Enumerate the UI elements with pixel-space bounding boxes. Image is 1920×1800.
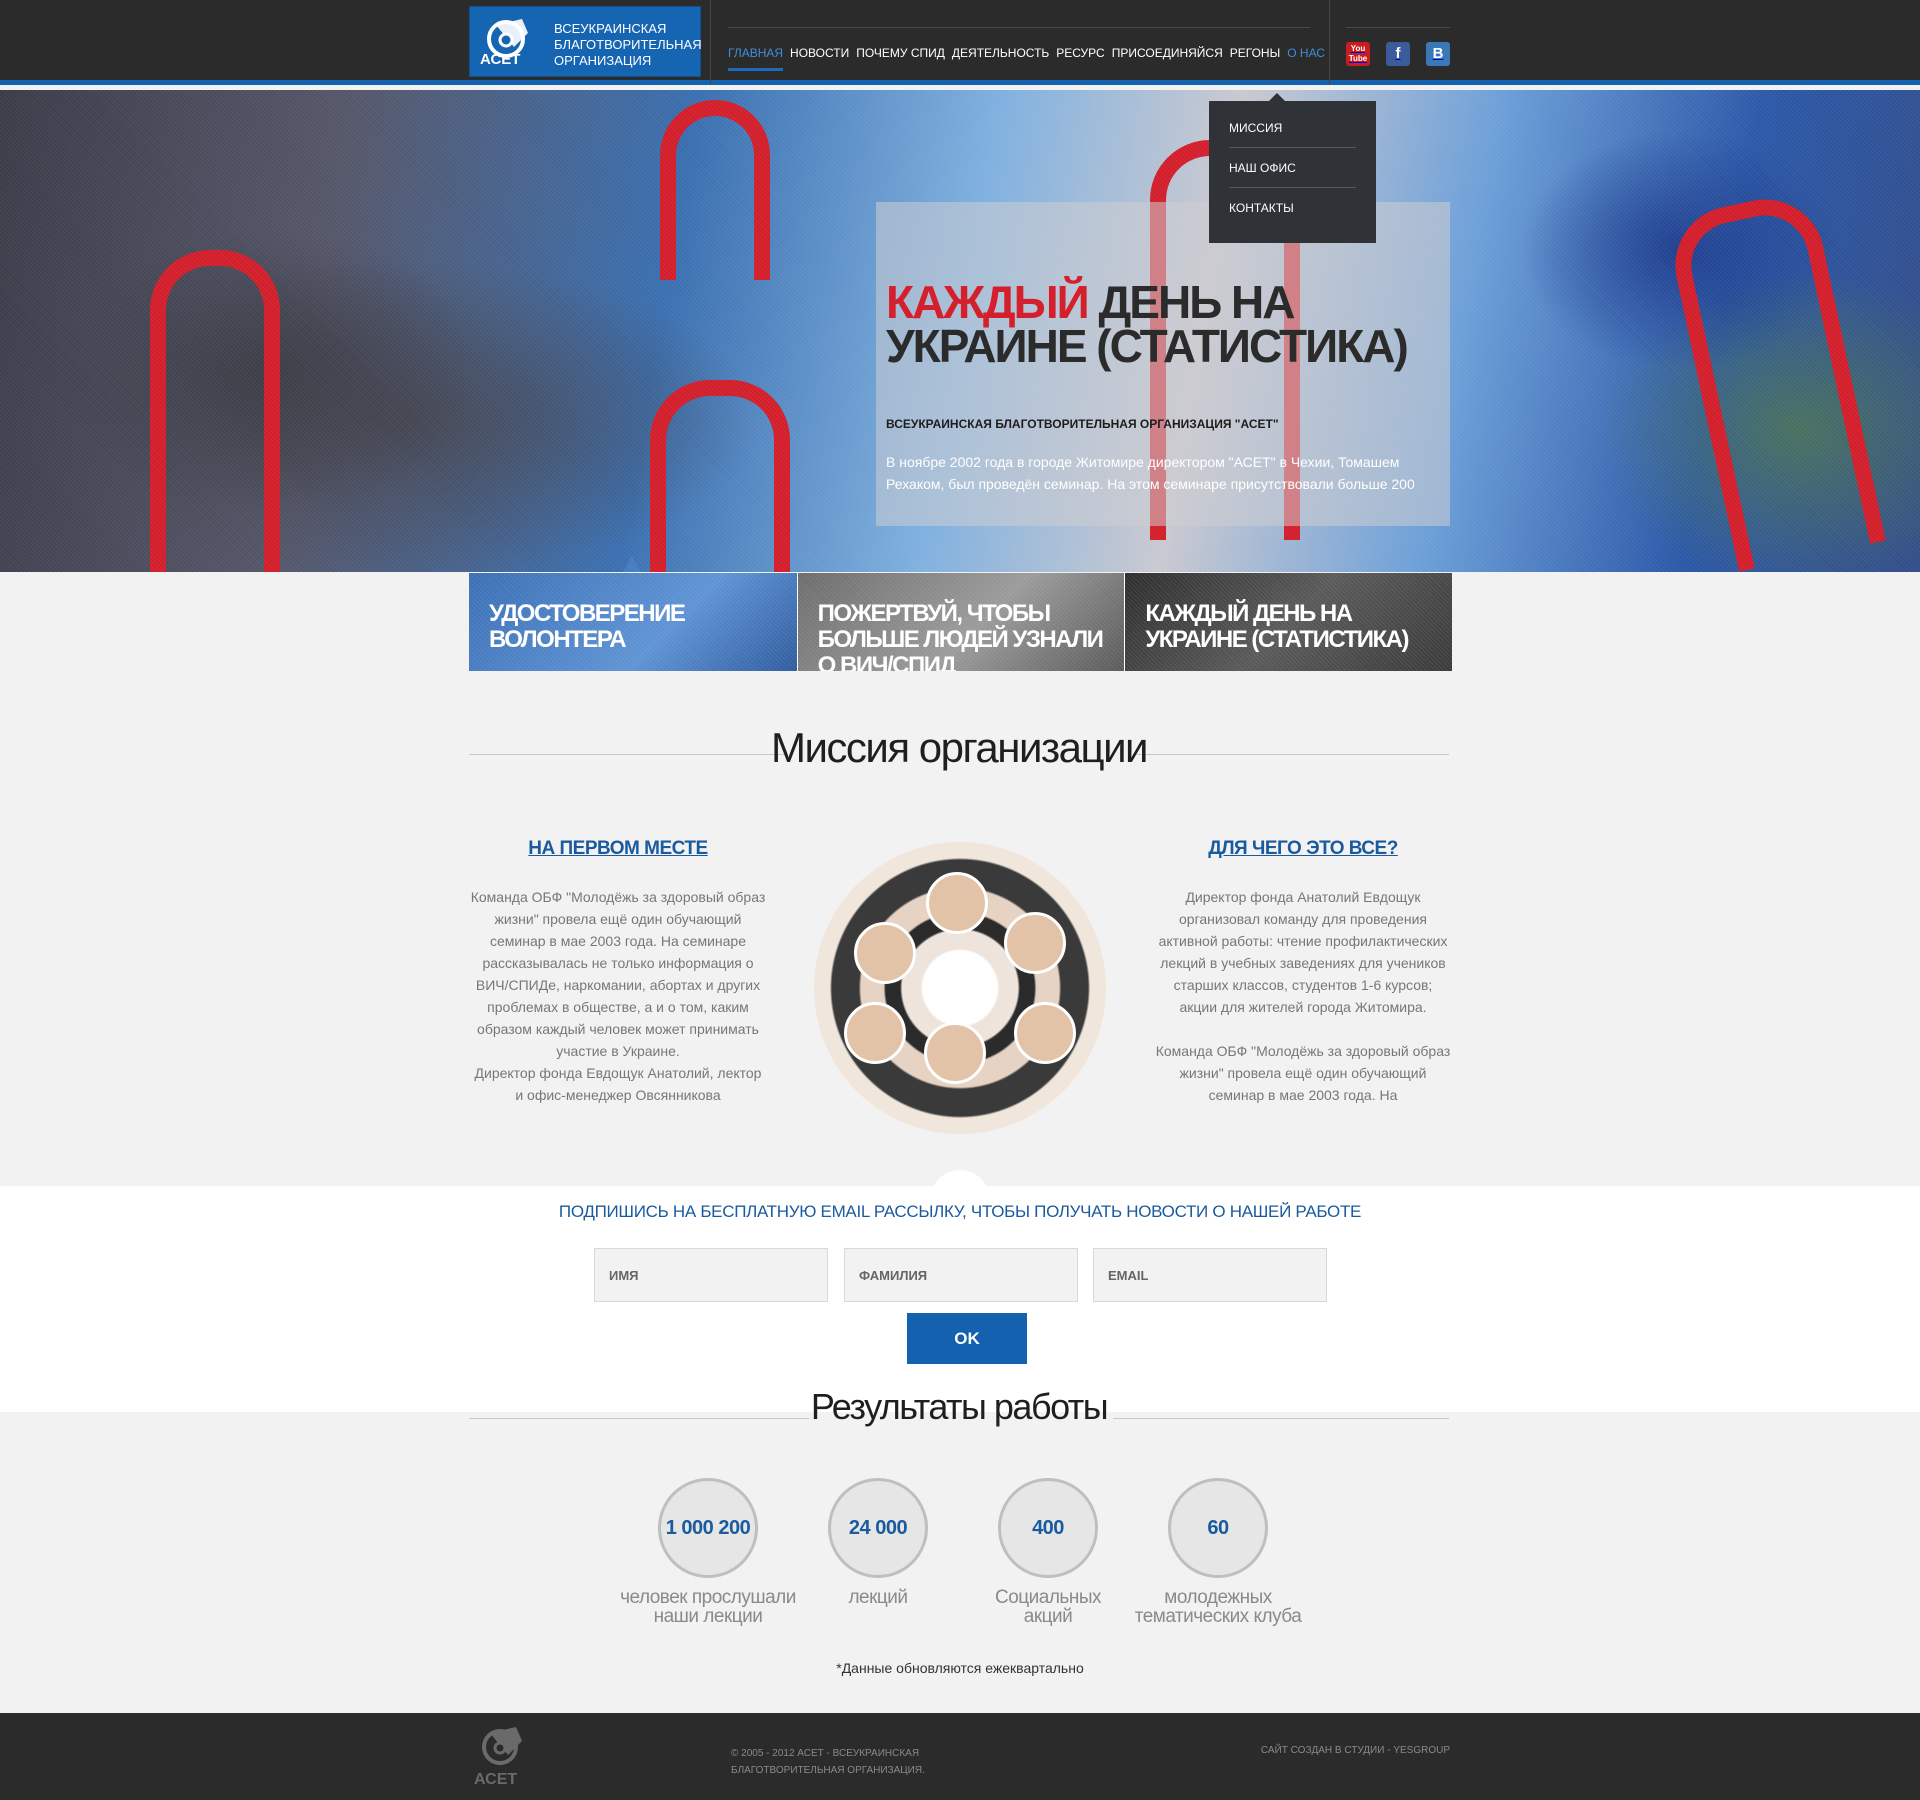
dropdown-item-mission[interactable]: МИССИЯ [1229,108,1356,148]
nav-top-line [728,27,1310,28]
header-divider [710,0,711,85]
logo-org-name: ВСЕУКРАИНСКАЯ БЛАГОТВОРИТЕЛЬНАЯ ОРГАНИЗА… [554,21,702,69]
footer-studio-link[interactable]: САЙТ СОЗДАН В СТУДИИ - YESGROUP [1150,1745,1450,1756]
face-image [926,872,988,934]
stat-label: человек прослушали наши лекции [620,1587,796,1627]
tile-donate[interactable]: ПОЖЕРТВУЙ, ЧТОБЫ БОЛЬШЕ ЛЮДЕЙ УЗНАЛИ О В… [796,573,1125,672]
stat-label: молодежных тематических клуба [1134,1587,1302,1627]
face-image [1014,1002,1076,1064]
results-note: *Данные обновляются ежеквартально [836,1660,1084,1676]
tile-label: КАЖДЫЙ ДЕНЬ НА УКРАИНЕ (СТАТИСТИКА) [1145,600,1409,653]
face-image [854,922,916,984]
left-column-title[interactable]: НА ПЕРВОМ МЕСТЕ [478,838,758,860]
stat-value: 60 [1168,1478,1268,1578]
tile-label: ПОЖЕРТВУЙ, ЧТОБЫ БОЛЬШЕ ЛЮДЕЙ УЗНАЛИ О В… [817,600,1104,672]
email-input[interactable] [1093,1248,1327,1302]
results-heading: Результаты работы [810,1386,1109,1427]
tile-statistics[interactable]: КАЖДЫЙ ДЕНЬ НА УКРАИНЕ (СТАТИСТИКА) [1124,573,1453,671]
red-ribbon-image [660,100,770,280]
hero-caption-box: КАЖДЫЙ ДЕНЬ НА УКРАИНЕ (СТАТИСТИКА) ВСЕУ… [876,202,1450,526]
logo-line-1: ВСЕУКРАИНСКАЯ [554,21,667,36]
right-column-text: Директор фонда Анатолий Евдощук организо… [1155,889,1451,1103]
left-column-text: Команда ОБФ "Молодёжь за здоровый образ … [470,889,766,1103]
stat-youth-clubs: 60 молодежных тематических клуба [1128,1478,1308,1626]
tile-volunteer-certificate[interactable]: УДОСТОВЕРЕНИЕ ВОЛОНТЕРА [469,573,797,671]
hero-title[interactable]: КАЖДЫЙ ДЕНЬ НА УКРАИНЕ (СТАТИСТИКА) [886,279,1446,369]
red-ribbon-image [650,380,790,572]
dropdown-item-office[interactable]: НАШ ОФИС [1229,148,1356,188]
red-ribbon-image [1664,188,1886,572]
mission-heading-block: Миссия организации [469,724,1449,784]
last-name-input[interactable] [844,1248,1078,1302]
active-tile-pointer [623,556,641,572]
nav-item-about[interactable]: О НАС [1287,46,1325,60]
footer-copyright: © 2005 - 2012 АСЕТ - ВСЕУКРАИНСКАЯ БЛАГО… [731,1748,925,1776]
site-logo[interactable]: АСЕТ ВСЕУКРАИНСКАЯ БЛАГОТВОРИТЕЛЬНАЯ ОРГ… [469,6,702,77]
stat-label: лекций [848,1587,908,1608]
nav-item-resource[interactable]: РЕСУРС [1056,46,1104,60]
stat-value: 24 000 [828,1478,928,1578]
facebook-icon[interactable]: f [1386,42,1410,66]
face-image [924,1022,986,1084]
logo-brand: АСЕТ [480,51,521,68]
team-circle-photo [814,842,1106,1134]
stat-label: Социальных акций [995,1587,1102,1627]
stat-listeners: 1 000 200 человек прослушали наши лекции [618,1478,798,1626]
face-image [844,1002,906,1064]
red-ribbon-image [150,250,280,572]
logo-line-2: БЛАГОТВОРИТЕЛЬНАЯ [554,37,702,52]
nav-item-home[interactable]: ГЛАВНАЯ [728,46,784,71]
nav-item-regions[interactable]: РЕГОНЫ [1230,46,1280,60]
nav-item-join[interactable]: ПРИСОЕДИНЯЙСЯ [1112,46,1223,60]
youtube-icon-label: You Tube [1348,44,1368,63]
main-nav: ГЛАВНАЯ НОВОСТИ ПОЧЕМУ СПИД ДЕЯТЕЛЬНОСТЬ… [728,46,1332,71]
results-heading-block: Результаты работы [469,1386,1449,1446]
nav-item-activity[interactable]: ДЕЯТЕЛЬНОСТЬ [952,46,1049,60]
right-column-title[interactable]: ДЛЯ ЧЕГО ЭТО ВСЕ? [1163,838,1443,860]
logo-line-3: ОРГАНИЗАЦИЯ [554,53,652,68]
first-name-input[interactable] [594,1248,828,1302]
vk-icon-label: B [1432,45,1444,62]
subscribe-ok-button[interactable]: OK [907,1313,1027,1364]
mission-heading: Миссия организации [770,724,1149,771]
stat-lectures: 24 000 лекций [788,1478,968,1607]
vk-icon[interactable]: B [1426,42,1450,66]
facebook-icon-label: f [1395,45,1401,62]
header-divider-right [1329,0,1330,85]
feature-tiles: УДОСТОВЕРЕНИЕ ВОЛОНТЕРА ПОЖЕРТВУЙ, ЧТОБЫ… [469,573,1453,672]
social-top-line [1346,27,1450,28]
hero-banner: КАЖДЫЙ ДЕНЬ НА УКРАИНЕ (СТАТИСТИКА) ВСЕУ… [0,90,1920,572]
nav-item-news[interactable]: НОВОСТИ [790,46,849,60]
site-header: АСЕТ ВСЕУКРАИНСКАЯ БЛАГОТВОРИТЕЛЬНАЯ ОРГ… [0,0,1920,85]
subscribe-title: ПОДПИШИСЬ НА БЕСПЛАТНУЮ EMAIL РАССЫЛКУ, … [558,1202,1362,1221]
stat-value: 400 [998,1478,1098,1578]
youtube-icon[interactable]: You Tube [1346,42,1370,66]
nav-item-why-aids[interactable]: ПОЧЕМУ СПИД [856,46,945,60]
face-image [1004,912,1066,974]
site-footer: АСЕТ © 2005 - 2012 АСЕТ - ВСЕУКРАИНСКАЯ … [0,1713,1920,1800]
hero-text: В ноябре 2002 года в городе Житомире дир… [886,454,1415,492]
subscribe-bump [930,1170,990,1202]
stat-social-actions: 400 Социальных акций [958,1478,1138,1626]
stat-value: 1 000 200 [658,1478,758,1578]
subscribe-section: ПОДПИШИСЬ НА БЕСПЛАТНУЮ EMAIL РАССЫЛКУ, … [0,1186,1920,1412]
about-dropdown-menu: МИССИЯ НАШ ОФИС КОНТАКТЫ [1209,93,1376,243]
tile-label: УДОСТОВЕРЕНИЕ ВОЛОНТЕРА [489,600,686,653]
footer-brand: АСЕТ [474,1771,518,1788]
dropdown-item-contacts[interactable]: КОНТАКТЫ [1229,188,1356,228]
hero-subtitle: ВСЕУКРАИНСКАЯ БЛАГОТВОРИТЕЛЬНАЯ ОРГАНИЗА… [886,417,1279,431]
